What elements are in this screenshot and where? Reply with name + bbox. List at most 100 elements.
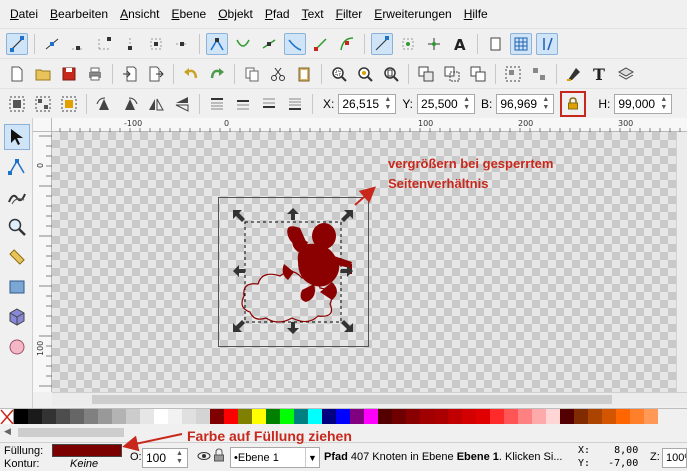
- color-swatch[interactable]: [490, 409, 504, 425]
- spin-arrows-icon[interactable]: ▲ ▼: [383, 96, 392, 112]
- height-field[interactable]: 99,000 ▲ ▼: [614, 93, 673, 114]
- opacity-field[interactable]: 100 ▲ ▼: [142, 448, 188, 468]
- color-swatch[interactable]: [140, 409, 154, 425]
- selected-artwork[interactable]: [52, 132, 676, 392]
- color-swatch[interactable]: [616, 409, 630, 425]
- menu-item[interactable]: Ansicht: [114, 0, 165, 28]
- color-swatch[interactable]: [280, 409, 294, 425]
- color-swatch[interactable]: [98, 409, 112, 425]
- scroll-thumb[interactable]: [92, 395, 612, 404]
- delete-node-icon[interactable]: [67, 33, 89, 55]
- copy-icon[interactable]: [241, 63, 263, 85]
- color-swatch[interactable]: [322, 409, 336, 425]
- zoom-tool-icon[interactable]: [4, 214, 30, 240]
- color-swatch[interactable]: [434, 409, 448, 425]
- flip-vertical-icon[interactable]: [171, 93, 193, 115]
- color-swatch[interactable]: [126, 409, 140, 425]
- open-folder-icon[interactable]: [32, 63, 54, 85]
- ellipse-tool-icon[interactable]: [4, 334, 30, 360]
- unlink-clone-icon[interactable]: [467, 63, 489, 85]
- color-swatch[interactable]: [364, 409, 378, 425]
- fill-stroke-icon[interactable]: [563, 63, 585, 85]
- color-swatch[interactable]: [350, 409, 364, 425]
- deselect-icon[interactable]: [58, 93, 80, 115]
- show-handles-icon[interactable]: [423, 33, 445, 55]
- visibility-eye-icon[interactable]: [197, 449, 211, 466]
- paste-icon[interactable]: [293, 63, 315, 85]
- color-swatch[interactable]: [532, 409, 546, 425]
- stroke-to-path-icon[interactable]: [397, 33, 419, 55]
- import-icon[interactable]: [119, 63, 141, 85]
- layers-icon[interactable]: [615, 63, 637, 85]
- menu-item[interactable]: Datei: [4, 0, 44, 28]
- color-swatch[interactable]: [196, 409, 210, 425]
- color-swatch[interactable]: [378, 409, 392, 425]
- zoom-selection-icon[interactable]: [328, 63, 350, 85]
- insert-node-icon[interactable]: [41, 33, 63, 55]
- color-swatch[interactable]: [560, 409, 574, 425]
- menu-item[interactable]: Filter: [330, 0, 369, 28]
- color-swatch[interactable]: [154, 409, 168, 425]
- ungroup-icon[interactable]: [528, 63, 550, 85]
- raise-icon[interactable]: [232, 93, 254, 115]
- color-swatch[interactable]: [112, 409, 126, 425]
- raise-to-top-icon[interactable]: [206, 93, 228, 115]
- x-field[interactable]: 26,515 ▲ ▼: [338, 93, 397, 114]
- width-field[interactable]: 96,969 ▲ ▼: [496, 93, 555, 114]
- fill-indicator[interactable]: [52, 444, 122, 457]
- break-path-icon[interactable]: [119, 33, 141, 55]
- rotate-cw-icon[interactable]: [119, 93, 141, 115]
- color-swatch[interactable]: [476, 409, 490, 425]
- clone-icon[interactable]: [441, 63, 463, 85]
- zoom-page-icon[interactable]: [380, 63, 402, 85]
- select-all-icon[interactable]: [6, 93, 28, 115]
- color-swatch[interactable]: [546, 409, 560, 425]
- cut-icon[interactable]: [267, 63, 289, 85]
- node-edit-icon[interactable]: [6, 32, 28, 55]
- horizontal-ruler[interactable]: -100 0 100 200 300: [52, 118, 687, 132]
- object-to-path-icon[interactable]: [371, 32, 393, 55]
- layer-dropdown[interactable]: •Ebene 1 ▼: [230, 447, 320, 468]
- selector-tool-icon[interactable]: [4, 124, 30, 150]
- spin-arrows-icon[interactable]: ▲ ▼: [462, 96, 471, 112]
- text-font-icon[interactable]: T: [589, 63, 611, 85]
- node-auto-smooth-icon[interactable]: [284, 32, 306, 55]
- export-icon[interactable]: [145, 63, 167, 85]
- chevron-down-icon[interactable]: ▼: [305, 448, 319, 467]
- duplicate-icon[interactable]: [415, 63, 437, 85]
- grid-icon[interactable]: [510, 32, 532, 55]
- join-nodes-icon[interactable]: [93, 33, 115, 55]
- palette-scroll-thumb[interactable]: [18, 428, 124, 437]
- menu-item[interactable]: Objekt: [212, 0, 259, 28]
- menu-item[interactable]: Hilfe: [458, 0, 494, 28]
- rectangle-tool-icon[interactable]: [4, 274, 30, 300]
- guides-icon[interactable]: [536, 32, 558, 55]
- zoom-drawing-icon[interactable]: [354, 63, 376, 85]
- color-swatch[interactable]: [14, 409, 28, 425]
- lower-to-bottom-icon[interactable]: [284, 93, 306, 115]
- segment-curve-icon[interactable]: [336, 33, 358, 55]
- color-swatch[interactable]: [406, 409, 420, 425]
- color-swatch[interactable]: [462, 409, 476, 425]
- node-smooth-icon[interactable]: [232, 33, 254, 55]
- color-swatch[interactable]: [518, 409, 532, 425]
- y-field[interactable]: 25,500 ▲ ▼: [417, 93, 476, 114]
- rotate-ccw-icon[interactable]: [93, 93, 115, 115]
- color-swatch[interactable]: [294, 409, 308, 425]
- node-cusp-icon[interactable]: [206, 32, 228, 55]
- menu-item[interactable]: Ebene: [165, 0, 212, 28]
- stroke-value[interactable]: Keine: [70, 458, 98, 470]
- color-swatch[interactable]: [392, 409, 406, 425]
- color-swatch[interactable]: [266, 409, 280, 425]
- lower-icon[interactable]: [258, 93, 280, 115]
- zoom-field[interactable]: 100%: [662, 448, 687, 468]
- menu-item[interactable]: Pfad: [259, 0, 296, 28]
- page-icon[interactable]: [484, 33, 506, 55]
- color-swatch[interactable]: [308, 409, 322, 425]
- delete-segment-icon[interactable]: [171, 33, 193, 55]
- measure-tool-icon[interactable]: [4, 244, 30, 270]
- print-icon[interactable]: [84, 63, 106, 85]
- scroll-left-icon[interactable]: ◀: [4, 426, 11, 437]
- color-swatch[interactable]: [448, 409, 462, 425]
- color-swatch[interactable]: [28, 409, 42, 425]
